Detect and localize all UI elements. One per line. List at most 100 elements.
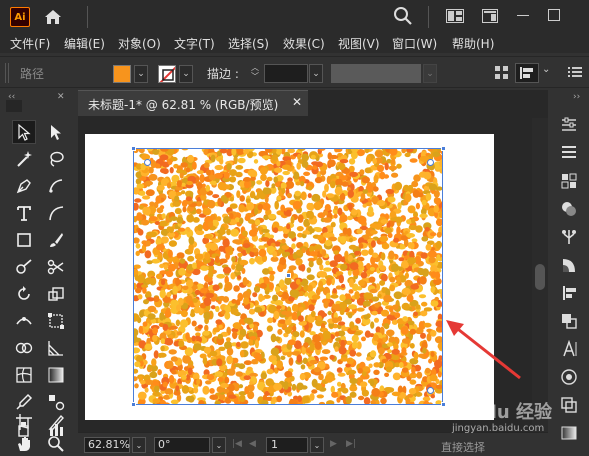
pathfinder-icon[interactable]: [560, 312, 578, 330]
gradient-tool[interactable]: [44, 363, 68, 387]
zoom-level-input[interactable]: 62.81%: [84, 437, 130, 453]
rotation-input[interactable]: 0°: [154, 437, 210, 453]
prev-artboard-button[interactable]: ◀: [249, 439, 256, 449]
arrange-documents-icon[interactable]: [446, 9, 464, 23]
arc-tool[interactable]: [44, 201, 68, 225]
resize-handle[interactable]: [131, 402, 136, 407]
corner-widget[interactable]: [427, 387, 434, 394]
variable-width-profile[interactable]: [331, 64, 421, 83]
maximize-icon[interactable]: [548, 9, 560, 21]
swatches-icon[interactable]: [560, 172, 578, 190]
paintbrush-tool[interactable]: [44, 228, 68, 252]
search-icon[interactable]: [393, 6, 413, 26]
resize-handle[interactable]: [441, 402, 446, 407]
scissors-tool[interactable]: [44, 255, 68, 279]
pattern-dot: [224, 376, 230, 384]
resize-handle[interactable]: [131, 146, 136, 151]
stroke-weight-dropdown[interactable]: ⌄: [309, 64, 323, 83]
shaper-tool[interactable]: [12, 255, 36, 279]
appearance-icon[interactable]: [560, 200, 578, 218]
next-artboard-button[interactable]: ▶: [330, 439, 337, 449]
direct-selection-tool[interactable]: [44, 120, 68, 144]
pattern-dot: [248, 339, 254, 346]
hand-tool[interactable]: [12, 432, 36, 456]
minimize-icon[interactable]: [517, 15, 529, 16]
rotate-tool[interactable]: [12, 282, 36, 306]
width-tool[interactable]: [12, 309, 36, 333]
shape-builder-tool[interactable]: [12, 336, 36, 360]
pattern-dot: [384, 372, 390, 377]
pattern-dot: [369, 266, 375, 271]
graphic-styles-icon[interactable]: [560, 256, 578, 274]
stroke-dropdown[interactable]: ⌄: [179, 65, 193, 83]
menu-type[interactable]: 文字(T): [174, 35, 215, 52]
profile-dropdown[interactable]: ⌄: [423, 64, 437, 83]
home-icon[interactable]: [42, 6, 64, 28]
pattern-dot: [215, 305, 220, 313]
align-button[interactable]: [515, 63, 539, 83]
resize-handle[interactable]: [441, 146, 446, 151]
rectangle-tool[interactable]: [12, 228, 36, 252]
collapse-left-icon[interactable]: ‹‹: [8, 92, 15, 102]
center-point[interactable]: [286, 273, 291, 278]
scrollbar-thumb[interactable]: [535, 264, 545, 290]
artboards-panel-icon[interactable]: [560, 396, 578, 414]
stroke-weight-input[interactable]: [264, 64, 308, 83]
mesh-tool[interactable]: [12, 363, 36, 387]
stroke-color-swatch[interactable]: [158, 65, 176, 83]
close-left-panel-icon[interactable]: ✕: [57, 92, 65, 102]
align-panel-icon[interactable]: [560, 284, 578, 302]
scale-tool[interactable]: [44, 282, 68, 306]
gradient-panel-icon[interactable]: [560, 424, 578, 442]
panel-menu-icon[interactable]: [568, 65, 582, 79]
selection-tool[interactable]: [12, 120, 36, 144]
artboard-dropdown[interactable]: ⌄: [310, 437, 324, 453]
slice-tool[interactable]: [44, 410, 68, 434]
pattern-dot: [200, 265, 209, 271]
artboard-tool[interactable]: [12, 410, 36, 434]
grid-icon[interactable]: [494, 65, 510, 81]
pattern-dot: [390, 158, 396, 165]
pattern-dot: [260, 237, 270, 242]
first-artboard-button[interactable]: |◀: [232, 439, 242, 449]
menu-view[interactable]: 视图(V): [338, 35, 380, 52]
last-artboard-button[interactable]: ▶|: [346, 439, 356, 449]
vertical-scrollbar[interactable]: [532, 118, 548, 432]
menu-edit[interactable]: 编辑(E): [64, 35, 105, 52]
pattern-dot: [355, 317, 361, 324]
menu-object[interactable]: 对象(O): [118, 35, 161, 52]
document-tab[interactable]: 未标题-1* @ 62.81 % (RGB/预览) ✕: [78, 90, 308, 116]
zoom-tool[interactable]: [44, 432, 68, 456]
curvature-tool[interactable]: [44, 174, 68, 198]
zoom-dropdown[interactable]: ⌄: [132, 437, 146, 453]
perspective-grid-tool[interactable]: [44, 336, 68, 360]
menu-window[interactable]: 窗口(W): [392, 35, 437, 52]
fill-color-swatch[interactable]: [113, 65, 131, 83]
properties-icon[interactable]: [560, 116, 578, 134]
align-dropdown[interactable]: ⌄: [542, 64, 550, 75]
layers-icon[interactable]: [560, 143, 578, 161]
type-tool[interactable]: [12, 201, 36, 225]
pattern-dot: [415, 304, 421, 310]
fill-dropdown[interactable]: ⌄: [134, 65, 148, 83]
menu-file[interactable]: 文件(F): [10, 35, 50, 52]
pattern-dot: [307, 185, 313, 191]
close-document-icon[interactable]: ✕: [292, 95, 302, 109]
character-icon[interactable]: [560, 340, 578, 358]
pen-tool[interactable]: [12, 174, 36, 198]
magic-wand-tool[interactable]: [12, 147, 36, 171]
stroke-weight-stepper[interactable]: ︿ ﹀: [248, 63, 262, 83]
pattern-dot: [250, 247, 259, 253]
corner-widget[interactable]: [427, 159, 434, 166]
menu-select[interactable]: 选择(S): [228, 35, 269, 52]
corner-widget[interactable]: [144, 159, 151, 166]
lasso-tool[interactable]: [44, 147, 68, 171]
workspace-icon[interactable]: [482, 9, 498, 23]
rotation-dropdown[interactable]: ⌄: [212, 437, 226, 453]
artboard-number-input[interactable]: 1: [266, 437, 308, 453]
color-guide-icon[interactable]: [560, 368, 578, 386]
menu-effect[interactable]: 效果(C): [283, 35, 325, 52]
menu-help[interactable]: 帮助(H): [452, 35, 494, 52]
symbols-icon[interactable]: [560, 228, 578, 246]
free-transform-tool[interactable]: [44, 309, 68, 333]
